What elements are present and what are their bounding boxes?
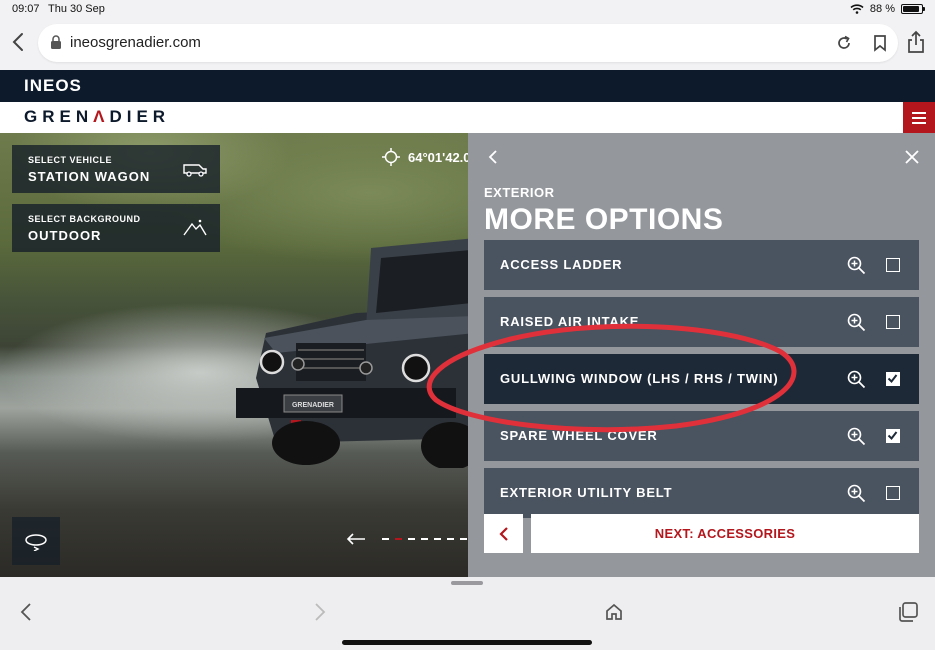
checkmark-icon <box>887 431 898 441</box>
ineos-header: INEOS <box>0 70 935 102</box>
share-icon[interactable] <box>906 30 926 54</box>
rotate-360-icon <box>25 534 47 551</box>
checkmark-icon <box>887 374 898 384</box>
pager-dash[interactable] <box>382 538 389 540</box>
option-checkbox[interactable] <box>886 486 900 500</box>
pager-dash[interactable] <box>447 538 454 540</box>
address-bar[interactable]: ineosgrenadier.com <box>38 24 898 62</box>
browser-bar: ineosgrenadier.com <box>0 18 935 70</box>
status-date: Thu 30 Sep <box>48 3 105 15</box>
pager-dash[interactable] <box>434 538 441 540</box>
arrow-left-icon[interactable] <box>346 533 366 545</box>
lock-icon <box>51 35 61 49</box>
zoom-in-icon[interactable] <box>846 483 866 503</box>
coordinates-text: 64°01'42.0 <box>408 149 471 165</box>
option-checkbox[interactable] <box>886 429 900 443</box>
battery-icon <box>901 4 925 14</box>
grenadier-logo[interactable]: GRENΛDIER <box>24 107 170 127</box>
select-background-value: OUTDOOR <box>28 228 102 243</box>
status-time: 09:07 <box>12 3 40 15</box>
pager-dash[interactable] <box>408 538 415 540</box>
browser-toolbar <box>0 577 935 650</box>
rotate-view-button[interactable] <box>12 517 60 565</box>
option-name: EXTERIOR UTILITY BELT <box>500 485 673 500</box>
pager-dashes <box>382 538 467 540</box>
hamburger-menu-button[interactable] <box>903 102 935 133</box>
grenadier-header: GRENΛDIER <box>0 102 935 133</box>
plate-text: GRENADIER <box>292 402 334 409</box>
url-text[interactable]: ineosgrenadier.com <box>70 34 201 51</box>
reload-icon[interactable] <box>834 33 854 53</box>
vehicle-image: GRENADIER <box>236 238 468 468</box>
back-icon[interactable] <box>18 602 34 622</box>
chevron-left-icon <box>498 526 508 541</box>
pager-dash[interactable] <box>395 538 402 540</box>
status-bar: 09:07 Thu 30 Sep 88 % <box>0 0 935 18</box>
image-pager <box>346 533 467 545</box>
brand-text-a: Λ <box>93 107 110 126</box>
option-row[interactable]: RAISED AIR INTAKE <box>484 297 919 347</box>
ineos-logo[interactable]: INEOS <box>24 76 82 96</box>
vehicle-scene[interactable]: GRENADIER SELECT VEHICLE STATION WAGON S… <box>0 133 468 577</box>
browser-back-icon[interactable] <box>8 30 30 54</box>
panel-title: MORE OPTIONS <box>484 203 724 236</box>
status-right: 88 % <box>850 3 925 15</box>
chevron-left-icon[interactable] <box>486 149 500 165</box>
forward-icon[interactable] <box>312 602 328 622</box>
zoom-in-icon[interactable] <box>846 312 866 332</box>
option-checkbox[interactable] <box>886 372 900 386</box>
bookmark-icon[interactable] <box>870 33 890 53</box>
option-row[interactable]: ACCESS LADDER <box>484 240 919 290</box>
panel-footer: NEXT: ACCESSORIES <box>484 514 919 553</box>
option-checkbox[interactable] <box>886 258 900 272</box>
close-icon[interactable] <box>904 149 920 165</box>
station-wagon-icon <box>183 164 207 177</box>
zoom-in-icon[interactable] <box>846 255 866 275</box>
zoom-in-icon[interactable] <box>846 369 866 389</box>
option-name: GULLWING WINDOW (LHS / RHS / TWIN) <box>500 371 779 386</box>
select-vehicle-label: SELECT VEHICLE <box>28 155 113 165</box>
wifi-icon <box>850 4 864 14</box>
option-name: ACCESS LADDER <box>500 257 623 272</box>
select-background-label: SELECT BACKGROUND <box>28 214 141 224</box>
page: 09:07 Thu 30 Sep 88 % ineosgrenadier.com <box>0 0 935 650</box>
brand-text-end: DIER <box>109 107 171 126</box>
sheet-grabber[interactable] <box>451 581 483 585</box>
brand-text-start: GREN <box>24 107 94 126</box>
next-accessories-button[interactable]: NEXT: ACCESSORIES <box>531 514 919 553</box>
menu-line-icon <box>912 121 926 124</box>
mountain-icon <box>183 219 207 236</box>
menu-line-icon <box>912 116 926 119</box>
pager-dash[interactable] <box>421 538 428 540</box>
home-icon[interactable] <box>604 602 624 622</box>
home-indicator <box>342 640 592 645</box>
option-name: RAISED AIR INTAKE <box>500 314 640 329</box>
panel-category: EXTERIOR <box>484 185 555 200</box>
pager-dash[interactable] <box>460 538 467 540</box>
select-background-button[interactable]: SELECT BACKGROUND OUTDOOR <box>12 204 220 252</box>
options-panel: EXTERIOR MORE OPTIONS ACCESS LADDER RAISE… <box>468 133 935 577</box>
option-row[interactable]: EXTERIOR UTILITY BELT <box>484 468 919 518</box>
option-row[interactable]: GULLWING WINDOW (LHS / RHS / TWIN) <box>484 354 919 404</box>
battery-percent: 88 % <box>869 3 895 15</box>
option-name: SPARE WHEEL COVER <box>500 428 658 443</box>
tabs-icon[interactable] <box>897 601 919 623</box>
option-row[interactable]: SPARE WHEEL COVER <box>484 411 919 461</box>
previous-button[interactable] <box>484 514 523 553</box>
select-vehicle-value: STATION WAGON <box>28 169 151 184</box>
zoom-in-icon[interactable] <box>846 426 866 446</box>
coordinates-display: 64°01'42.0 <box>382 148 471 166</box>
select-vehicle-button[interactable]: SELECT VEHICLE STATION WAGON <box>12 145 220 193</box>
crosshair-icon <box>382 148 400 166</box>
menu-line-icon <box>912 111 926 114</box>
option-checkbox[interactable] <box>886 315 900 329</box>
